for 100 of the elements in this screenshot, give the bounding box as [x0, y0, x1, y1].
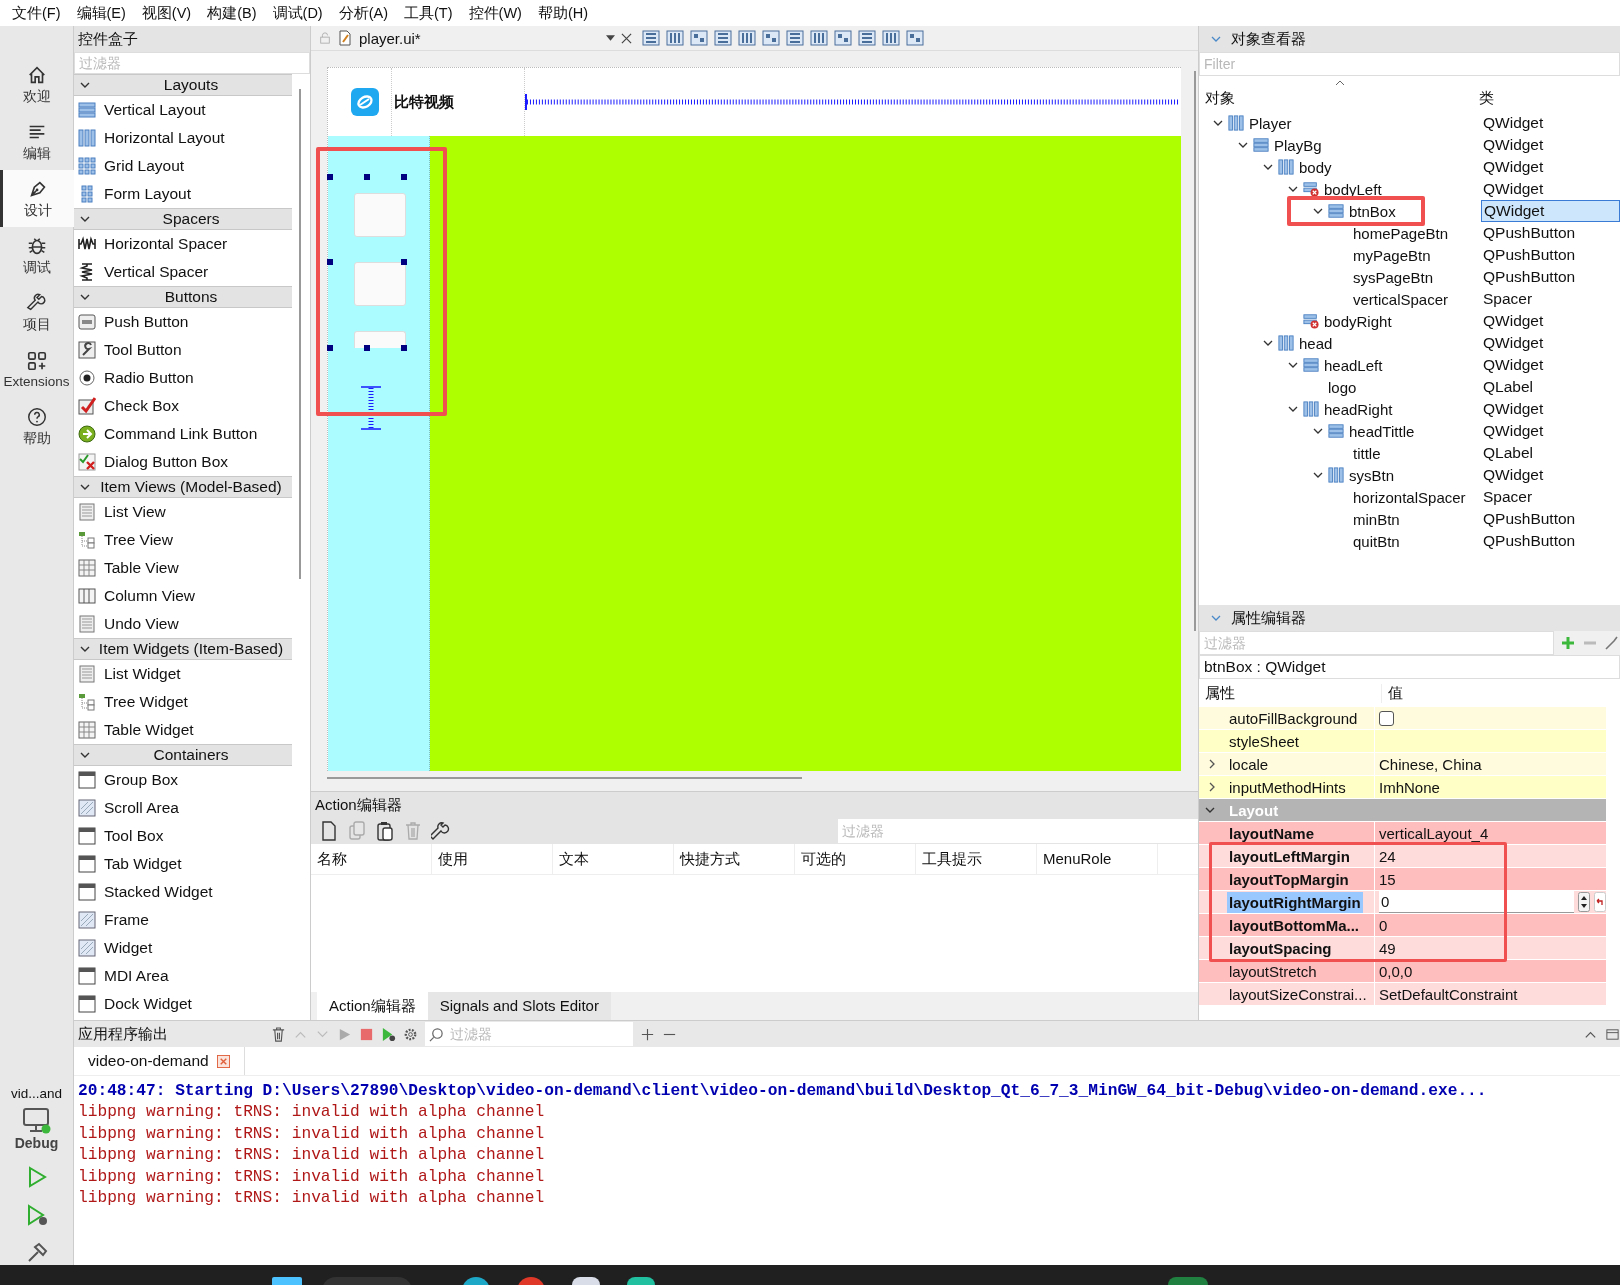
widget-item[interactable]: Tree View: [74, 526, 292, 554]
column-header[interactable]: 属性: [1199, 683, 1382, 703]
category-header[interactable]: Containers: [74, 744, 292, 766]
menu-item[interactable]: 构建(B): [199, 3, 265, 23]
reset-icon[interactable]: [1594, 892, 1606, 912]
tree-row[interactable]: horizontalSpacer Spacer: [1199, 486, 1620, 508]
column-header[interactable]: 快捷方式: [674, 844, 795, 874]
tree-row[interactable]: bodyRight QWidget: [1199, 310, 1620, 332]
layout-tool-icon[interactable]: [690, 29, 708, 47]
widget-item[interactable]: Command Link Button: [74, 420, 292, 448]
selection-handle[interactable]: [327, 345, 333, 351]
plus-icon[interactable]: [640, 1026, 655, 1042]
tree-row[interactable]: verticalSpacer Spacer: [1199, 288, 1620, 310]
tree-row[interactable]: myPageBtn QPushButton: [1199, 244, 1620, 266]
selection-handle[interactable]: [401, 174, 407, 180]
widget-item[interactable]: Column View: [74, 582, 292, 610]
widget-item[interactable]: Group Box: [74, 766, 292, 794]
tree-row[interactable]: headRight QWidget: [1199, 398, 1620, 420]
chevron-icon[interactable]: [1288, 184, 1298, 194]
selection-handle[interactable]: [364, 174, 370, 180]
expand-icon[interactable]: [1207, 782, 1217, 792]
property-row[interactable]: layoutRightMargin 0: [1199, 891, 1606, 914]
widget-item[interactable]: Vertical Spacer: [74, 258, 292, 286]
menu-item[interactable]: 帮助(H): [529, 3, 597, 23]
column-header[interactable]: 值: [1382, 683, 1403, 703]
menu-item[interactable]: 调试(D): [264, 3, 331, 23]
chevron-icon[interactable]: [1213, 118, 1223, 128]
tree-row[interactable]: btnBox QWidget: [1199, 200, 1620, 222]
widget-item[interactable]: Widget: [74, 934, 292, 962]
tree-row[interactable]: logo QLabel: [1199, 376, 1620, 398]
tree-row[interactable]: head QWidget: [1199, 332, 1620, 354]
chevron-icon[interactable]: [1313, 470, 1323, 480]
category-header[interactable]: Layouts: [74, 74, 292, 96]
widget-item[interactable]: Grid Layout: [74, 152, 292, 180]
mode-tab[interactable]: 调试: [0, 227, 74, 284]
layout-tool-icon[interactable]: [762, 29, 780, 47]
tree-row[interactable]: sysBtn QWidget: [1199, 464, 1620, 486]
menu-item[interactable]: 工具(T): [396, 3, 461, 23]
layout-tool-icon[interactable]: [834, 29, 852, 47]
new-document-icon[interactable]: [319, 821, 339, 841]
widget-item[interactable]: Scroll Area: [74, 794, 292, 822]
kit-selector[interactable]: Debug: [14, 1107, 59, 1151]
widget-item[interactable]: List View: [74, 498, 292, 526]
widget-item[interactable]: Table Widget: [74, 716, 292, 744]
column-header[interactable]: 使用: [432, 844, 553, 874]
debug-run-icon[interactable]: [381, 1026, 396, 1042]
layout-tool-icon[interactable]: [666, 29, 684, 47]
paste-icon[interactable]: [375, 821, 395, 841]
menu-item[interactable]: 文件(F): [4, 3, 69, 23]
category-header[interactable]: Item Widgets (Item-Based): [74, 638, 292, 660]
layout-tool-icon[interactable]: [642, 29, 660, 47]
tab[interactable]: Signals and Slots Editor: [427, 992, 611, 1020]
column-header[interactable]: 对象: [1199, 89, 1475, 108]
mode-tab[interactable]: Extensions: [0, 341, 74, 398]
close-icon[interactable]: [621, 32, 632, 44]
selection-handle[interactable]: [401, 259, 407, 265]
widget-item[interactable]: Horizontal Layout: [74, 124, 292, 152]
menu-item[interactable]: 分析(A): [330, 3, 397, 23]
mode-tab[interactable]: 帮助: [0, 398, 74, 455]
layout-tool-icon[interactable]: [810, 29, 828, 47]
chevron-icon[interactable]: [1263, 338, 1273, 348]
tree-row[interactable]: headTittle QWidget: [1199, 420, 1620, 442]
widget-item[interactable]: Form Layout: [74, 180, 292, 208]
filter-box[interactable]: 过滤器: [425, 1022, 633, 1046]
layout-tool-icon[interactable]: [738, 29, 756, 47]
chevron-icon[interactable]: [1263, 162, 1273, 172]
layout-tool-icon[interactable]: [858, 29, 876, 47]
spin-arrows-icon[interactable]: [1578, 892, 1590, 912]
tree-row[interactable]: minBtn QPushButton: [1199, 508, 1620, 530]
tree-row[interactable]: tittle QLabel: [1199, 442, 1620, 464]
scrollbar[interactable]: [327, 777, 802, 779]
layout-tool-icon[interactable]: [786, 29, 804, 47]
widget-item[interactable]: Tool Button: [74, 336, 292, 364]
widget-item[interactable]: Dock Widget: [74, 990, 292, 1018]
widget-item[interactable]: Radio Button: [74, 364, 292, 392]
category-header[interactable]: Item Views (Model-Based): [74, 476, 292, 498]
chevron-icon[interactable]: [1238, 140, 1248, 150]
chevron-icon[interactable]: [1313, 426, 1323, 436]
selection-handle[interactable]: [327, 259, 333, 265]
menu-item[interactable]: 视图(V): [133, 3, 200, 23]
chevron-icon[interactable]: [1288, 404, 1298, 414]
menu-item[interactable]: 控件(W): [460, 3, 530, 23]
layout-tool-icon[interactable]: [882, 29, 900, 47]
tab[interactable]: Action编辑器: [317, 992, 428, 1020]
layout-tool-icon[interactable]: [906, 29, 924, 47]
filter-field[interactable]: 过滤器: [838, 819, 1198, 843]
output-tab[interactable]: video-on-demand: [74, 1047, 245, 1075]
stop-icon[interactable]: [359, 1026, 374, 1042]
tree-row[interactable]: bodyLeft QWidget: [1199, 178, 1620, 200]
tree-row[interactable]: homePageBtn QPushButton: [1199, 222, 1620, 244]
property-row[interactable]: layoutSpacing 49: [1199, 937, 1606, 960]
property-row[interactable]: styleSheet: [1199, 730, 1606, 753]
scrollbar[interactable]: [1194, 71, 1196, 631]
file-selector[interactable]: player.ui*: [337, 29, 615, 47]
property-row[interactable]: layoutStretch 0,0,0: [1199, 960, 1606, 983]
property-row[interactable]: autoFillBackground: [1199, 707, 1606, 730]
widget-item[interactable]: Push Button: [74, 308, 292, 336]
category-header[interactable]: Spacers: [74, 208, 292, 230]
chevron-icon[interactable]: [1205, 805, 1215, 815]
mode-tab[interactable]: 编辑: [0, 113, 74, 170]
